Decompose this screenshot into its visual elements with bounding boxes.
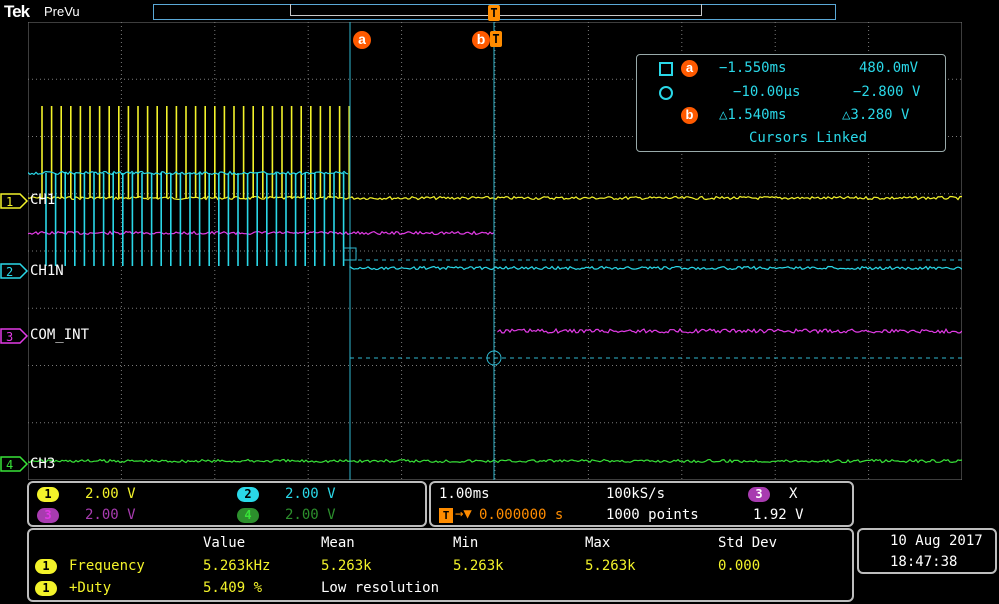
ch3-scale-badge[interactable]: 3 (37, 508, 59, 523)
timebase-panel[interactable]: 1.00ms 100kS/s 3 X T →▼ 0.000000 s 1000 … (429, 481, 854, 527)
meas-row2-mean: Low resolution (321, 580, 440, 596)
circle-cursor-icon (659, 86, 673, 100)
vertical-scale-panel[interactable]: 1 2.00 V 2 2.00 V 3 2.00 V 4 2.00 V (27, 481, 427, 527)
svg-text:1: 1 (6, 195, 13, 209)
meas-row1-source[interactable]: 1 (35, 559, 57, 574)
ch1-scale[interactable]: 2.00 V (85, 486, 136, 502)
cursor-a-readout-badge: a (681, 60, 698, 77)
meas-row2-name[interactable]: +Duty (69, 580, 111, 596)
ch4-scale[interactable]: 2.00 V (285, 507, 336, 523)
sample-rate: 100kS/s (606, 486, 666, 502)
trigger-position[interactable]: 0.000000 s (479, 507, 563, 523)
square-cursor-icon (659, 62, 673, 76)
meas-row1-min: 5.263k (453, 558, 504, 574)
ch2-ground-icon: 2 (0, 263, 29, 279)
time-display: 18:47:38 (890, 554, 958, 570)
datetime-panel[interactable]: 10 Aug 2017 18:47:38 (857, 528, 997, 574)
cursor-delta-time: △1.540ms (719, 107, 787, 123)
ch4-scale-badge[interactable]: 4 (237, 508, 259, 523)
ch2-marker[interactable]: 2 (0, 263, 30, 283)
trigger-source-badge[interactable]: 3 (748, 487, 770, 502)
cursor-a-badge[interactable]: a (353, 31, 371, 49)
cursor-readout-panel[interactable]: a −1.550ms 480.0mV −10.00μs −2.800 V b △… (636, 54, 946, 152)
trigger-arrow-icon: →▼ (455, 506, 472, 522)
ch1-ground-icon: 1 (0, 193, 29, 209)
meas-row1-mean: 5.263k (321, 558, 372, 574)
meas-row1-value: 5.263kHz (203, 558, 271, 574)
trigger-offset-icon: T (439, 508, 453, 523)
svg-text:3: 3 (6, 330, 13, 344)
ch2-label: CH1N (30, 263, 64, 279)
trigger-slope-icon: X (789, 486, 798, 502)
ch1-scale-badge[interactable]: 1 (37, 487, 59, 502)
horizontal-scale[interactable]: 1.00ms (439, 486, 490, 502)
cursor-b-badge[interactable]: b (472, 31, 490, 49)
date-display: 10 Aug 2017 (890, 533, 983, 549)
meas-header-value: Value (203, 535, 246, 551)
ch1-marker[interactable]: 1 (0, 193, 30, 213)
meas-row2-value: 5.409 % (203, 580, 263, 596)
cursor-a-time: −1.550ms (719, 60, 787, 76)
ch4-marker[interactable]: 4 (0, 456, 30, 476)
meas-row2-source[interactable]: 1 (35, 581, 57, 596)
trigger-position-marker[interactable]: T (488, 5, 500, 21)
brand-logo: Tek (4, 2, 30, 21)
cursors-linked-label: Cursors Linked (749, 130, 868, 146)
ch4-label: CH3 (30, 456, 56, 472)
waveforms (28, 106, 962, 464)
measurements-panel[interactable]: Value Mean Min Max Std Dev 1 Frequency 5… (27, 528, 854, 602)
cursor-o-time: −10.00μs (733, 84, 801, 100)
meas-row1-max: 5.263k (585, 558, 636, 574)
ch4-ground-icon: 4 (0, 456, 29, 472)
meas-row1-std: 0.000 (718, 558, 761, 574)
cursor-a-volt: 480.0mV (859, 60, 919, 76)
cursor-delta-volt: △3.280 V (842, 107, 910, 123)
cursor-o-volt: −2.800 V (853, 84, 921, 100)
svg-text:2: 2 (6, 265, 13, 279)
ch3-label: COM_INT (30, 327, 90, 343)
acquisition-mode: PreVu (44, 4, 80, 19)
svg-text:4: 4 (6, 458, 13, 472)
trigger-marker: T (490, 31, 502, 47)
meas-header-max: Max (585, 535, 611, 551)
cursor-b-readout-badge: b (681, 107, 698, 124)
ch3-marker[interactable]: 3 (0, 328, 30, 348)
trigger-level[interactable]: 1.92 V (753, 507, 804, 523)
ch1-label: CH1 (30, 192, 56, 208)
meas-header-mean: Mean (321, 535, 355, 551)
ch3-scale[interactable]: 2.00 V (85, 507, 136, 523)
ch2-scale-badge[interactable]: 2 (237, 487, 259, 502)
ch2-scale[interactable]: 2.00 V (285, 486, 336, 502)
meas-header-stddev: Std Dev (718, 535, 778, 551)
meas-header-min: Min (453, 535, 479, 551)
ch3-ground-icon: 3 (0, 328, 29, 344)
record-points: 1000 points (606, 507, 699, 523)
meas-row1-name[interactable]: Frequency (69, 558, 145, 574)
